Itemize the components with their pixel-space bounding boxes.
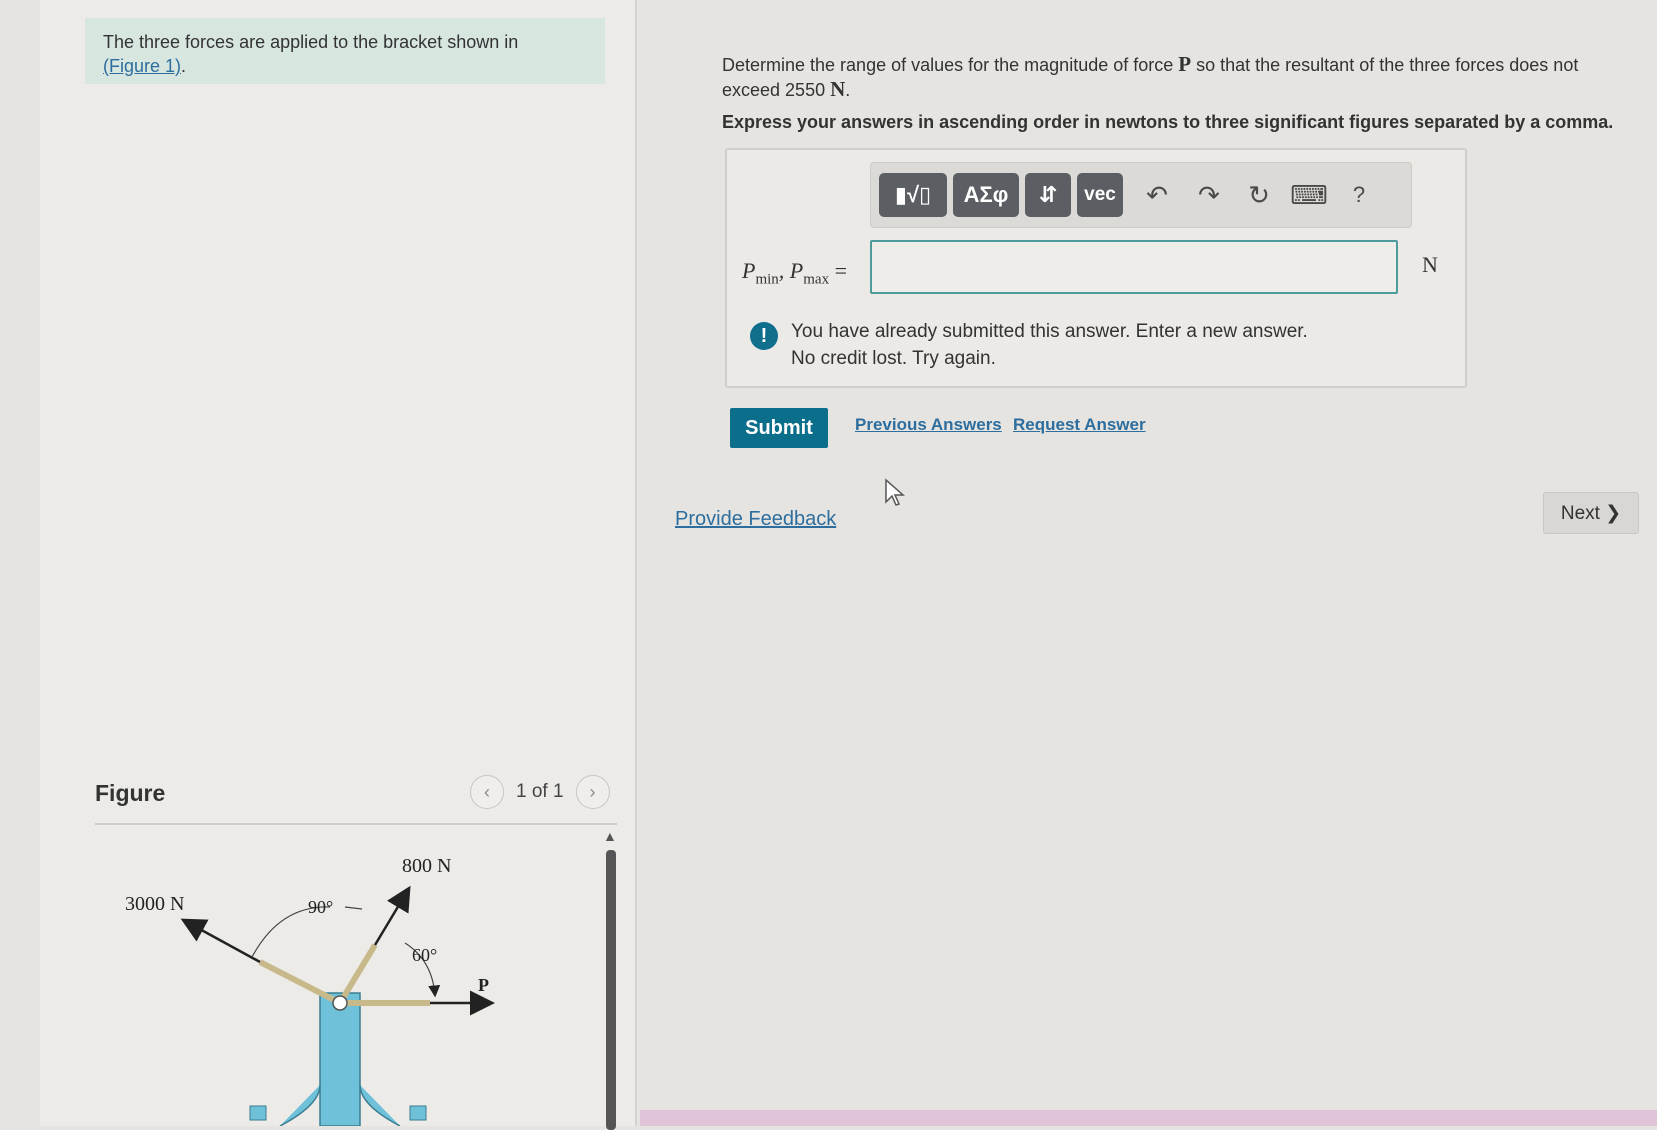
unit-symbol: N — [830, 77, 846, 101]
figure-link[interactable]: (Figure 1) — [103, 56, 181, 76]
alert-message: You have already submitted this answer. … — [791, 318, 1308, 372]
greek-symbols-button[interactable]: ΑΣφ — [953, 173, 1019, 217]
figure-scrollbar[interactable]: ▲ — [603, 828, 617, 1130]
answer-instructions: Express your answers in ascending order … — [722, 112, 1614, 132]
label-p: P — [478, 975, 489, 995]
scroll-up-icon[interactable]: ▲ — [603, 828, 617, 844]
equals-sign: = — [829, 258, 847, 283]
label-800n: 800 N — [402, 855, 451, 877]
math-toolbar: ▮√▯ ΑΣφ ⇵ vec ↶ ↷ ↻ ⌨ ? — [870, 162, 1412, 228]
figure-title: Figure — [95, 780, 166, 806]
keyboard-icon[interactable]: ⌨ — [1290, 177, 1328, 213]
force-symbol: P — [1178, 52, 1192, 76]
vector-button[interactable]: vec — [1077, 173, 1123, 217]
p-symbol-max: P — [789, 258, 804, 283]
problem-intro: The three forces are applied to the brac… — [85, 18, 605, 84]
figure-pagination: ‹ 1 of 1 › — [470, 775, 610, 809]
bracket-post — [319, 992, 361, 1126]
bottom-edge — [640, 1110, 1657, 1126]
chevron-left-icon: ‹ — [484, 781, 490, 802]
templates-button[interactable]: ▮√▯ — [879, 173, 947, 217]
scroll-thumb[interactable] — [606, 850, 616, 1130]
p-symbol-min: P — [742, 258, 756, 283]
force-3000-arrow — [180, 918, 261, 964]
answer-unit: N — [1422, 252, 1438, 277]
question-part-1: Determine the range of values for the ma… — [722, 55, 1179, 75]
redo-icon[interactable]: ↷ — [1191, 177, 1227, 213]
answer-input[interactable] — [870, 240, 1398, 294]
label-3000n: 3000 N — [125, 893, 184, 915]
figure-count: 1 of 1 — [516, 781, 564, 802]
question-end: . — [845, 80, 851, 100]
answer-label: Pmin, Pmax = — [742, 258, 847, 288]
bracket-figure: 3000 N 800 N 90° 60° P — [125, 855, 495, 1126]
undo-icon[interactable]: ↶ — [1139, 177, 1175, 213]
mouse-cursor-icon — [885, 478, 905, 506]
intro-period: . — [181, 56, 187, 76]
label-separator: , — [778, 258, 790, 283]
alert-icon: ! — [750, 322, 778, 350]
alert-line-1: You have already submitted this answer. … — [791, 321, 1308, 342]
prev-figure-button[interactable]: ‹ — [470, 775, 504, 809]
provide-feedback-link[interactable]: Provide Feedback — [675, 508, 836, 531]
subscript-button[interactable]: ⇵ — [1025, 173, 1071, 217]
intro-text: The three forces are applied to the brac… — [103, 32, 519, 52]
help-button[interactable]: ? — [1341, 177, 1377, 213]
request-answer-link[interactable]: Request Answer — [1013, 415, 1146, 435]
submit-button[interactable]: Submit — [730, 408, 828, 448]
max-subscript: max — [803, 271, 830, 288]
bolt-right — [409, 1105, 427, 1121]
question-text: Determine the range of values for the ma… — [722, 52, 1632, 102]
figure-divider — [95, 823, 617, 825]
min-subscript: min — [755, 271, 779, 288]
previous-answers-link[interactable]: Previous Answers — [855, 415, 1002, 435]
next-figure-button[interactable]: › — [575, 775, 610, 809]
next-button[interactable]: Next ❯ — [1543, 492, 1639, 534]
reset-icon[interactable]: ↻ — [1241, 177, 1277, 213]
label-90deg: 90° — [308, 897, 333, 917]
label-60deg: 60° — [412, 945, 437, 965]
bolt-left — [249, 1105, 267, 1121]
alert-line-2: No credit lost. Try again. — [791, 348, 996, 369]
figure-panel: The three forces are applied to the brac… — [40, 0, 637, 1130]
force-800-arrow — [373, 885, 411, 946]
chevron-right-icon: › — [589, 781, 596, 802]
